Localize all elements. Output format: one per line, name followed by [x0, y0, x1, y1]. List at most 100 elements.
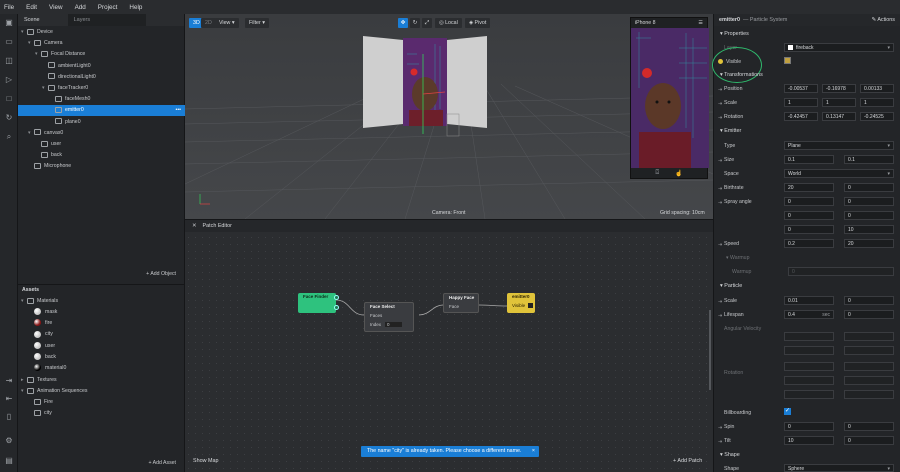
warmup-section[interactable]: ▾ Warmup: [726, 255, 749, 261]
patch-link-icon[interactable]: ⇥: [718, 102, 723, 107]
settings-icon[interactable]: ⚙: [4, 436, 14, 446]
spin-delta[interactable]: 0: [844, 422, 894, 431]
tree-item-focal-distance[interactable]: ▾ Focal Distance: [18, 49, 185, 60]
emitter-patch[interactable]: emitter0 Visible: [507, 293, 535, 313]
speed-delta[interactable]: 20: [844, 239, 894, 248]
sequence-item[interactable]: city: [18, 408, 185, 419]
animation-folder[interactable]: ▾ Animation Sequences: [18, 386, 185, 397]
search-icon[interactable]: ⌕: [4, 132, 14, 142]
patch-link-icon[interactable]: ⇥: [718, 116, 723, 121]
viewport[interactable]: 3D 2D View ▾ Filter ▾ ✥ ↻ ⤢ ◎ Local ◈ Pi…: [185, 14, 713, 219]
more-icon[interactable]: •••: [176, 105, 181, 116]
section-properties[interactable]: ▾ Properties: [720, 31, 749, 37]
play-icon[interactable]: ▷: [4, 75, 14, 85]
device-simulator[interactable]: iPhone 8 ☰ ⌼ ☝: [630, 17, 709, 179]
patch-link-icon[interactable]: ⇥: [718, 314, 723, 319]
patch-link-icon[interactable]: ⇥: [718, 187, 723, 192]
speed-value[interactable]: 0.2: [784, 239, 834, 248]
rotation-particle-field[interactable]: [784, 376, 834, 385]
menu-add[interactable]: Add: [75, 4, 86, 11]
patch-link-icon[interactable]: ⇥: [718, 159, 723, 164]
menu-help[interactable]: Help: [129, 4, 142, 11]
section-shape[interactable]: ▾ Shape: [720, 452, 740, 458]
tree-item-ambientlight0[interactable]: ambientLight0: [18, 61, 185, 72]
add-patch-button[interactable]: + Add Patch: [673, 458, 702, 464]
rotation-particle-field[interactable]: [844, 362, 894, 371]
material-item[interactable]: back: [18, 352, 185, 363]
billboarding-checkbox[interactable]: ✓: [784, 408, 791, 415]
patch-link-icon[interactable]: ⇥: [718, 243, 723, 248]
show-map-button[interactable]: Show Map: [193, 458, 218, 464]
face-select-patch[interactable]: Face Select Faces Index 0: [364, 302, 414, 332]
spin-value[interactable]: 0: [784, 422, 834, 431]
tree-item-microphone[interactable]: Microphone: [18, 161, 185, 172]
tree-item-user[interactable]: user: [18, 139, 185, 150]
device-select[interactable]: iPhone 8: [635, 20, 655, 26]
type-dropdown[interactable]: Plane ▾: [784, 141, 894, 150]
scrollbar[interactable]: [709, 310, 711, 390]
tree-item-back[interactable]: back: [18, 150, 185, 161]
position-z[interactable]: 0.00133: [860, 84, 894, 93]
birthrate-value[interactable]: 20: [784, 183, 834, 192]
rotation-x[interactable]: -0.42457: [784, 112, 818, 121]
mode-2d-button[interactable]: 2D: [201, 18, 216, 28]
materials-folder[interactable]: ▾ Materials: [18, 296, 185, 307]
rotation-y[interactable]: 0.13147: [822, 112, 856, 121]
scale-x[interactable]: 1: [784, 98, 818, 107]
angular-field[interactable]: [844, 332, 894, 341]
patch-link-icon[interactable]: ⇥: [718, 300, 723, 305]
camera-icon[interactable]: ⌼: [655, 170, 659, 177]
angular-field[interactable]: [844, 346, 894, 355]
rotation-particle-field[interactable]: [784, 362, 834, 371]
lifespan-value[interactable]: 0.4 sec: [784, 310, 834, 319]
patch-editor[interactable]: ✕ Patch Editor Face Finder Face Select F…: [185, 219, 713, 472]
spray-z[interactable]: 0: [784, 225, 834, 234]
menu-file[interactable]: File: [4, 4, 14, 11]
position-y[interactable]: -0.16978: [822, 84, 856, 93]
position-x[interactable]: -0.00537: [784, 84, 818, 93]
rotation-particle-field[interactable]: [844, 376, 894, 385]
menu-edit[interactable]: Edit: [26, 4, 37, 11]
tree-item-facetracker0[interactable]: ▾ faceTracker0: [18, 83, 185, 94]
happy-face-patch[interactable]: Happy Face Face: [443, 293, 479, 313]
share-icon[interactable]: ⇤: [4, 394, 14, 404]
device-icon[interactable]: ▯: [4, 412, 14, 422]
patch-link-icon[interactable]: ⇥: [718, 440, 723, 445]
add-object-button[interactable]: + Add Object: [146, 271, 176, 277]
textures-folder[interactable]: ▸ Textures: [18, 375, 185, 386]
visible-checkbox[interactable]: [784, 57, 791, 64]
tilt-delta[interactable]: 0: [844, 436, 894, 445]
export-icon[interactable]: ⇥: [4, 376, 14, 386]
refresh-icon[interactable]: ↻: [4, 113, 14, 123]
tree-item-directionallight0[interactable]: directionalLight0: [18, 72, 185, 83]
view-dropdown[interactable]: View ▾: [215, 18, 239, 28]
material-item[interactable]: mask: [18, 307, 185, 318]
output-port[interactable]: [334, 305, 339, 310]
face-finder-patch[interactable]: Face Finder: [298, 293, 339, 313]
toast-close-icon[interactable]: ×: [532, 446, 535, 457]
move-tool-icon[interactable]: ✥: [398, 18, 408, 28]
section-particle[interactable]: ▾ Particle: [720, 283, 742, 289]
rotation-particle-field[interactable]: [844, 390, 894, 399]
actions-button[interactable]: ✎ Actions: [872, 17, 895, 23]
patch-link-icon[interactable]: ⇥: [718, 426, 723, 431]
tree-item-plane0[interactable]: plane0: [18, 117, 185, 128]
size-min[interactable]: 0.1: [784, 155, 834, 164]
local-toggle[interactable]: ◎ Local: [435, 18, 462, 28]
spray-z-delta[interactable]: 10: [844, 225, 894, 234]
sequence-item[interactable]: Fire: [18, 397, 185, 408]
spray-x-delta[interactable]: 0: [844, 197, 894, 206]
output-port[interactable]: [334, 295, 339, 300]
tree-item-camera[interactable]: ▾ Camera: [18, 38, 185, 49]
visible-checkbox[interactable]: [528, 303, 534, 308]
filter-dropdown[interactable]: Filter ▾: [245, 18, 269, 28]
rotation-z[interactable]: -0.24525: [860, 112, 894, 121]
scale-tool-icon[interactable]: ⤢: [422, 18, 432, 28]
scene-icon[interactable]: ▣: [4, 18, 14, 28]
space-dropdown[interactable]: World ▾: [784, 169, 894, 178]
tree-item-canvas0[interactable]: ▾ canvas0: [18, 128, 185, 139]
material-item[interactable]: user: [18, 341, 185, 352]
shape-dropdown[interactable]: Sphere ▾: [784, 464, 894, 472]
angular-field[interactable]: [784, 346, 834, 355]
assets-icon[interactable]: ◫: [4, 56, 14, 66]
